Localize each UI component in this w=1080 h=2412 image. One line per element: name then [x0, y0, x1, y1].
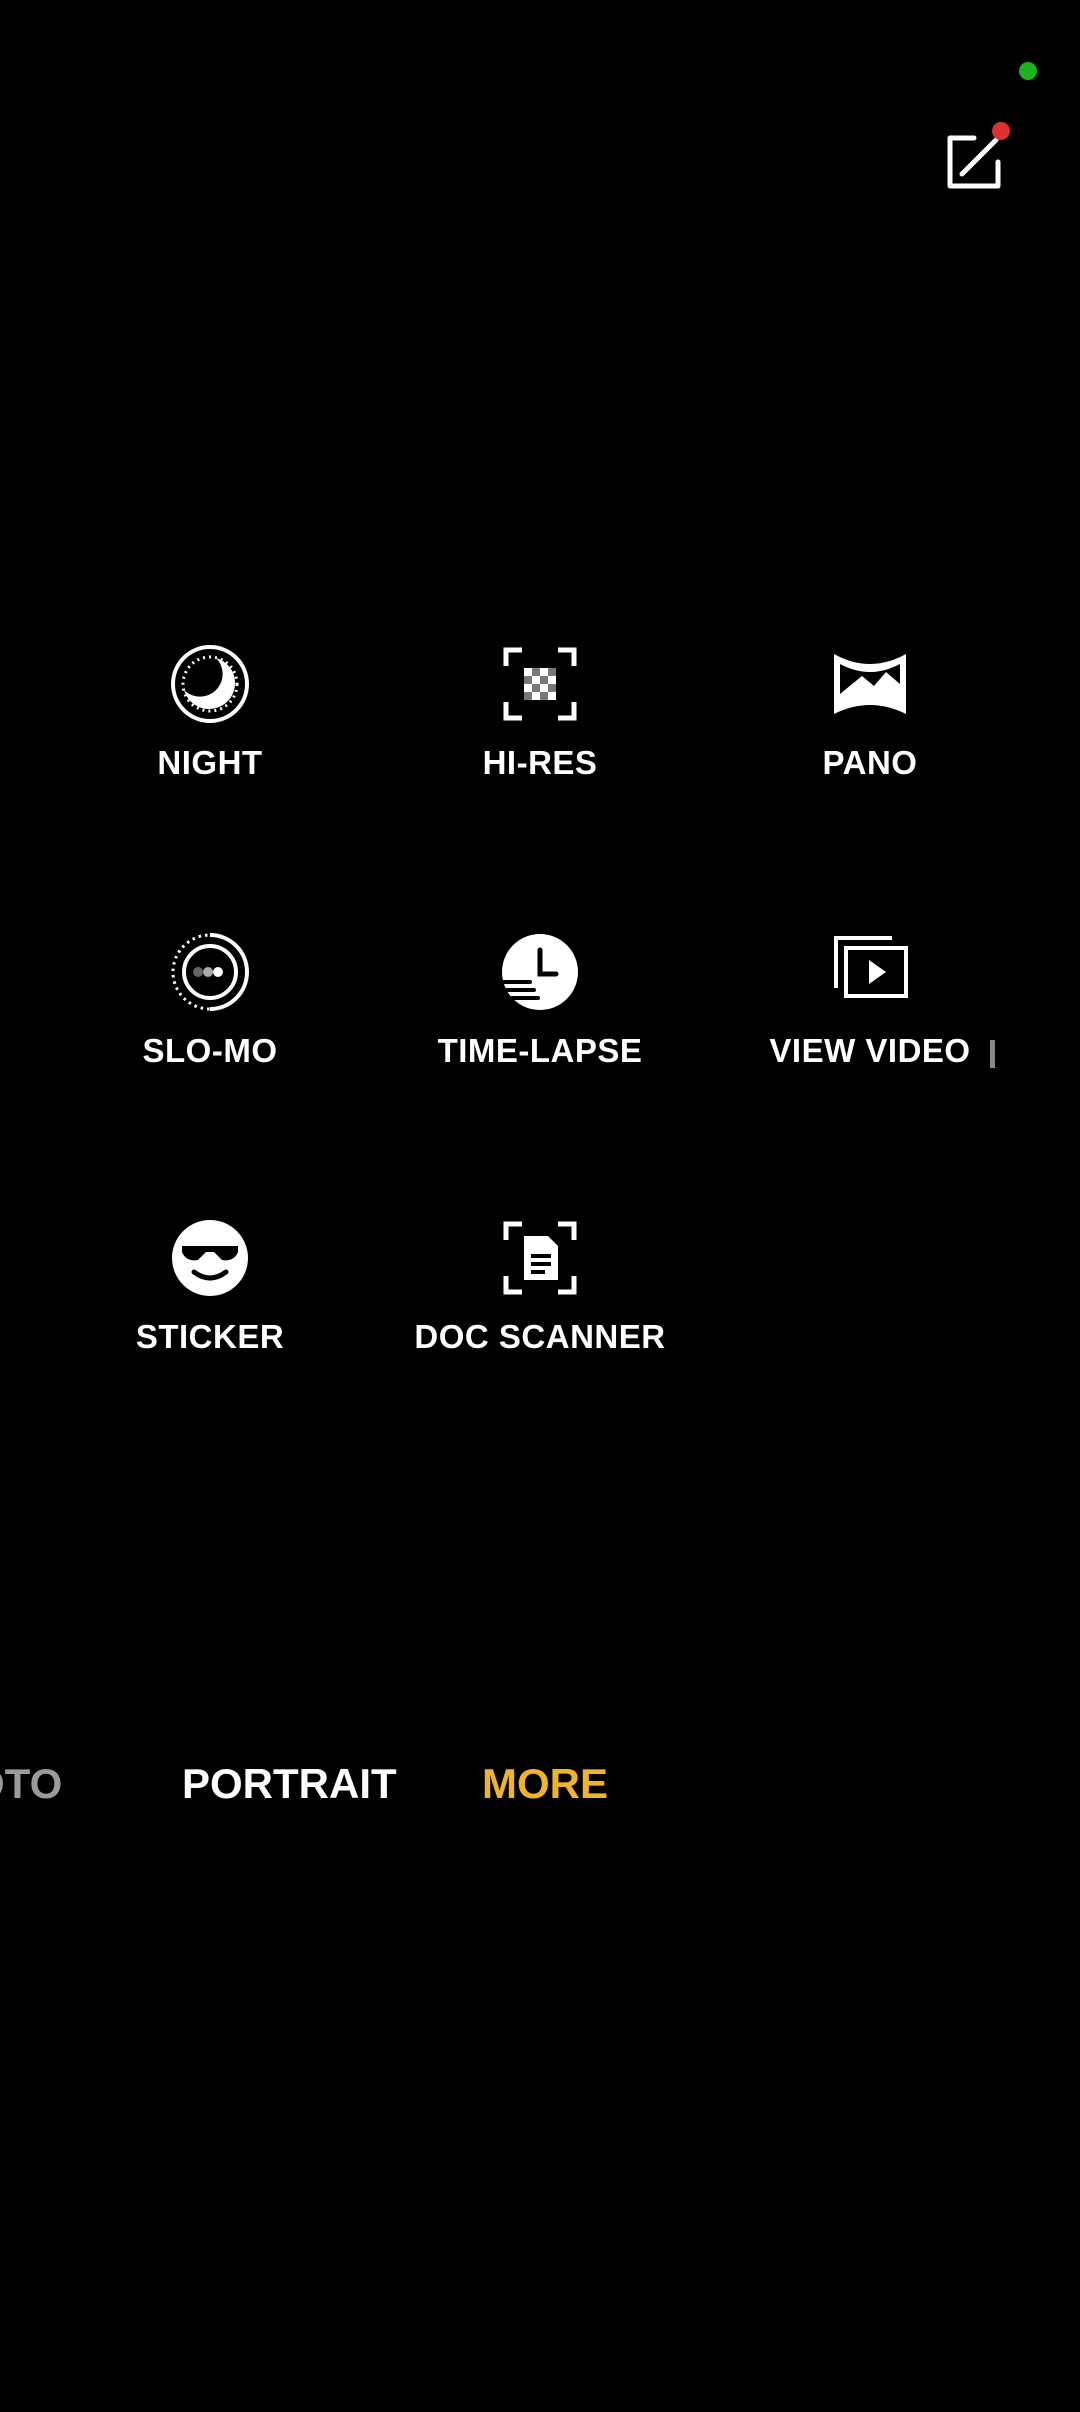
- next-mode-sliver: [990, 1040, 995, 1068]
- mode-label: TIME-LAPSE: [437, 1032, 643, 1069]
- mode-label: VIEW VIDEO: [769, 1032, 971, 1069]
- time-lapse-icon: [502, 934, 578, 1010]
- mode-label: SLO-MO: [142, 1032, 278, 1069]
- mode-label: NIGHT: [157, 744, 263, 781]
- mode-view-video[interactable]: VIEW VIDEO: [740, 932, 1020, 1082]
- tab-portrait[interactable]: PORTRAIT: [182, 1760, 397, 1808]
- tab-photo[interactable]: OTO: [0, 1760, 62, 1808]
- slow-motion-icon: [171, 933, 249, 1011]
- camera-mode-bar: OTO PORTRAIT MORE: [0, 1760, 1080, 1840]
- mode-doc-scanner[interactable]: DOC SCANNER: [390, 1218, 690, 1368]
- doc-scanner-icon: [503, 1221, 577, 1295]
- mode-sticker[interactable]: STICKER: [60, 1218, 360, 1368]
- mode-label: DOC SCANNER: [414, 1318, 666, 1355]
- mode-slo-mo[interactable]: SLO-MO: [60, 932, 360, 1082]
- panorama-icon: [834, 654, 906, 714]
- tab-more[interactable]: MORE: [482, 1760, 608, 1808]
- mode-pano[interactable]: PANO: [720, 644, 1020, 794]
- mode-label: STICKER: [135, 1318, 285, 1355]
- mode-label: HI-RES: [482, 744, 598, 781]
- sticker-icon: [172, 1220, 248, 1296]
- mode-time-lapse[interactable]: TIME-LAPSE: [390, 932, 690, 1082]
- hi-res-icon: [503, 647, 577, 721]
- moon-icon: [171, 645, 249, 723]
- mode-view-video-clip: VIEW VIDEO: [740, 932, 1040, 1082]
- mode-label: PANO: [822, 744, 918, 781]
- multi-view-video-icon: [834, 936, 908, 998]
- mode-grid: NIGHT HI-RES PANO SLO-MO TIME-LAPSE VIEW…: [0, 0, 1080, 1400]
- mode-hi-res[interactable]: HI-RES: [390, 644, 690, 794]
- mode-night[interactable]: NIGHT: [60, 644, 360, 794]
